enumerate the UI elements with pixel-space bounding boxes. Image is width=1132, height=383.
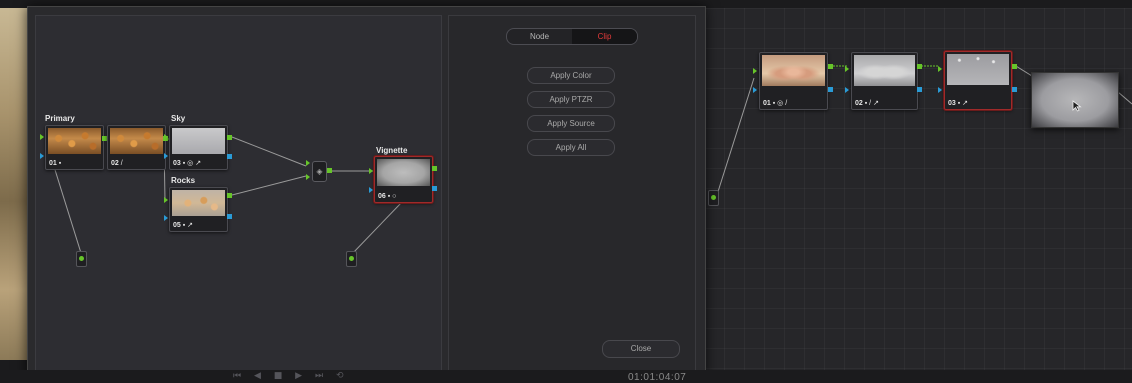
key-input-node[interactable]	[346, 251, 357, 267]
key-input-node[interactable]	[76, 251, 87, 267]
loop-icon[interactable]: ⟲	[336, 371, 344, 381]
rgb-output-port[interactable]	[917, 64, 922, 69]
rgb-output-port[interactable]	[828, 64, 833, 69]
node-footer: 01 ▪	[49, 160, 62, 167]
key-input-node[interactable]	[708, 190, 719, 206]
input-arrow	[164, 134, 168, 140]
color-page: 01 ▪ ◎ / 02 ▪ / ↗ 03 ▪ ↗ Primary 01 ▪ 02…	[0, 0, 1132, 383]
rgb-output-port[interactable]	[227, 135, 232, 140]
input-arrow	[164, 215, 168, 221]
alpha-output-port[interactable]	[227, 214, 232, 219]
rgb-output-port[interactable]	[1012, 64, 1017, 69]
dragged-clip-thumbnail[interactable]	[1031, 72, 1119, 128]
tab-clip[interactable]: Clip	[572, 29, 637, 44]
alpha-output-port[interactable]	[1012, 87, 1017, 92]
node-06[interactable]: 06 ▪ ○	[374, 156, 433, 203]
play-icon[interactable]: ▶	[295, 371, 302, 381]
alpha-output-port[interactable]	[828, 87, 833, 92]
skip-forward-icon[interactable]: ⏭	[315, 371, 323, 381]
timecode: 01:01:04:07	[628, 372, 687, 383]
stop-icon[interactable]: ■	[274, 371, 283, 381]
node-thumbnail	[172, 128, 225, 154]
skip-back-icon[interactable]: ⏮	[233, 371, 241, 381]
input-arrow	[369, 187, 373, 193]
alpha-output-port[interactable]	[432, 186, 437, 191]
node-graph-canvas[interactable]: 01 ▪ ◎ / 02 ▪ / ↗ 03 ▪ ↗	[704, 8, 1132, 370]
apply-color-button[interactable]: Apply Color	[527, 67, 615, 84]
node-05[interactable]: 05 ▪ ↗	[169, 187, 228, 232]
node-thumbnail	[947, 54, 1009, 85]
alpha-output-port[interactable]	[917, 87, 922, 92]
rgb-output-port[interactable]	[432, 166, 437, 171]
node-label: Rocks	[171, 176, 196, 185]
layer-mixer-icon[interactable]: ◈	[312, 161, 327, 182]
transport-controls: ⏮ ◀ ■ ▶ ⏭ ⟲	[233, 371, 344, 381]
node-03[interactable]: 03 ▪ ◎ ↗	[169, 125, 228, 170]
play-reverse-icon[interactable]: ◀	[254, 371, 261, 381]
node-footer: 06 ▪ ○	[378, 193, 397, 200]
node-thumbnail	[854, 55, 915, 86]
node-thumbnail	[762, 55, 825, 86]
node-thumbnail	[377, 159, 430, 186]
input-arrow	[753, 87, 757, 93]
node-thumbnail	[172, 190, 225, 216]
node-02[interactable]: 02 /	[107, 125, 166, 170]
input-arrow	[938, 87, 942, 93]
input-arrow	[753, 68, 757, 74]
apply-ptzr-button[interactable]: Apply PTZR	[527, 91, 615, 108]
rgb-output-port[interactable]	[227, 193, 232, 198]
apply-all-button[interactable]: Apply All	[527, 139, 615, 156]
apply-source-button[interactable]: Apply Source	[527, 115, 615, 132]
right-node-03[interactable]: 03 ▪ ↗	[944, 51, 1012, 110]
mouse-pointer-icon	[1072, 100, 1082, 112]
input-arrow	[306, 160, 310, 166]
right-node-01[interactable]: 01 ▪ ◎ /	[759, 52, 828, 110]
node-label: Vignette	[376, 146, 408, 155]
input-arrow	[306, 174, 310, 180]
node-footer: 02 /	[111, 160, 123, 167]
viewer-image-strip	[0, 8, 28, 360]
input-arrow	[938, 66, 942, 72]
right-node-02[interactable]: 02 ▪ / ↗	[851, 52, 918, 110]
popup-node-graph[interactable]: Primary 01 ▪ 02 / Sky 03 ▪ ◎ ↗ Rocks 05 …	[35, 15, 442, 372]
tab-node[interactable]: Node	[507, 29, 572, 44]
input-arrow	[40, 134, 44, 140]
node-footer: 05 ▪ ↗	[173, 222, 194, 229]
input-arrow	[369, 168, 373, 174]
node-thumbnail	[48, 128, 101, 154]
node-label: Primary	[45, 114, 75, 123]
input-arrow	[845, 66, 849, 72]
input-arrow	[164, 197, 168, 203]
rgb-output-port[interactable]	[327, 168, 332, 173]
node-footer: 02 ▪ / ↗	[855, 100, 879, 107]
input-arrow	[845, 87, 849, 93]
node-thumbnail	[110, 128, 163, 154]
close-button[interactable]: Close	[602, 340, 680, 358]
input-arrow	[164, 153, 168, 159]
transport-bar	[0, 370, 1132, 383]
node-footer: 01 ▪ ◎ /	[763, 100, 788, 107]
node-footer: 03 ▪ ◎ ↗	[173, 160, 202, 167]
node-clip-toggle[interactable]: Node Clip	[506, 28, 638, 45]
node-label: Sky	[171, 114, 186, 123]
input-arrow	[40, 153, 44, 159]
node-footer: 03 ▪ ↗	[948, 100, 969, 107]
alpha-output-port[interactable]	[227, 154, 232, 159]
node-01[interactable]: 01 ▪	[45, 125, 104, 170]
